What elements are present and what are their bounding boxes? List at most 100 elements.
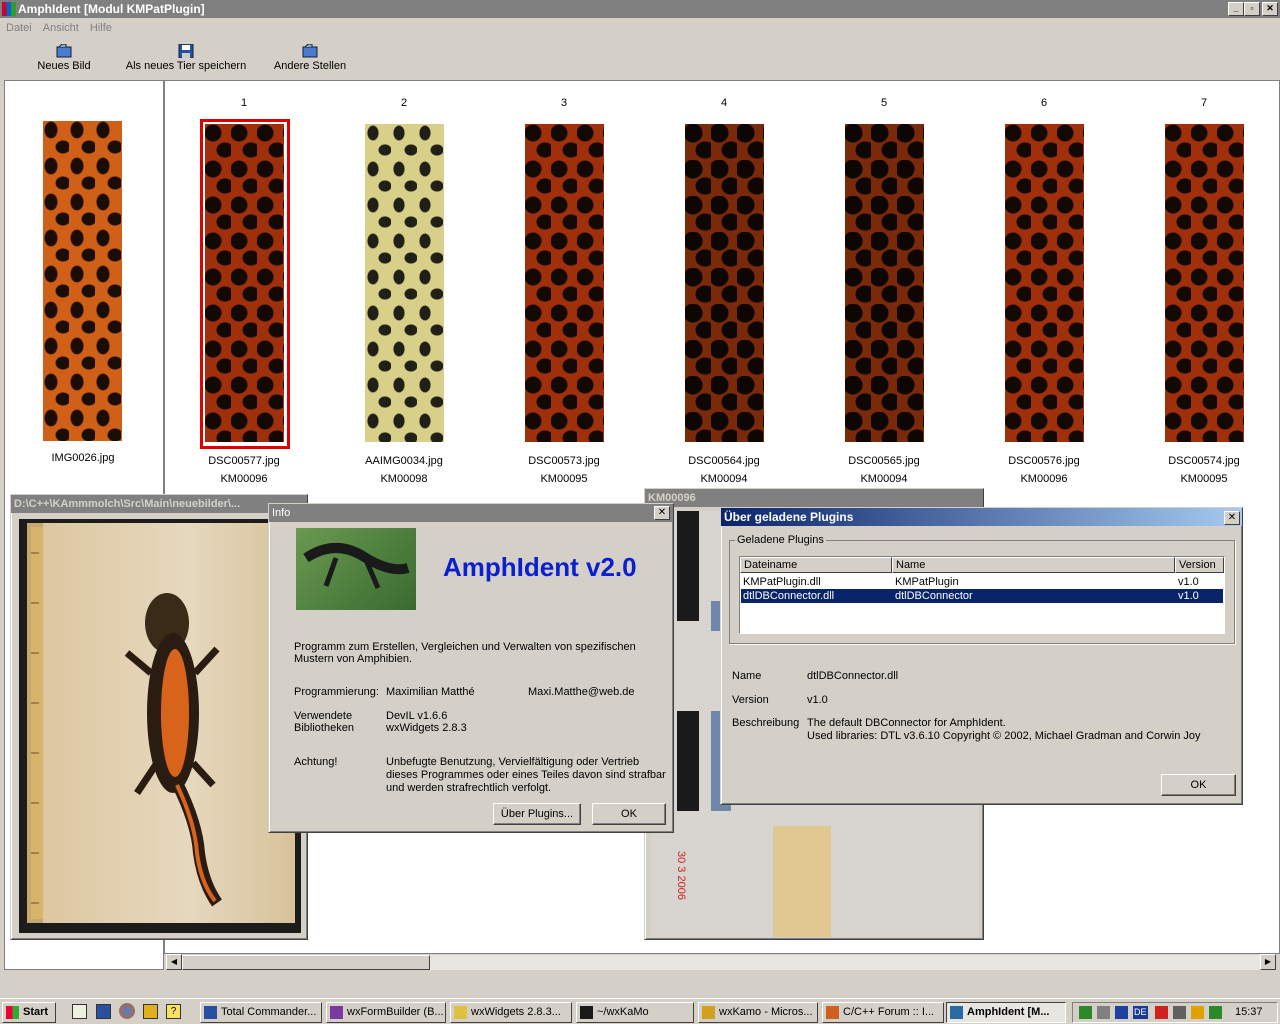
- menu-bar: Datei Ansicht Hilfe: [0, 18, 1280, 38]
- quicklaunch-tool-icon[interactable]: [143, 1004, 158, 1019]
- language-indicator[interactable]: DE: [1133, 1006, 1148, 1019]
- result-rank: 1: [240, 97, 248, 109]
- result-rank: 3: [560, 97, 568, 109]
- image-window-right-title: KM00096: [645, 489, 983, 507]
- library-devil: DevIL v1.6.6: [386, 710, 448, 722]
- task-app-icon: [950, 1006, 963, 1019]
- start-button[interactable]: Start: [2, 1002, 56, 1023]
- result-pattern-image[interactable]: [845, 124, 924, 442]
- column-header-name[interactable]: Name: [892, 557, 1175, 573]
- result-pattern-image[interactable]: [205, 124, 284, 442]
- taskbar-task[interactable]: Total Commander...: [200, 1002, 322, 1023]
- newt-logo-image: [296, 528, 416, 610]
- plugins-list[interactable]: Dateiname Name Version KMPatPlugin.dll KM…: [739, 556, 1225, 634]
- new-image-button[interactable]: Neues Bild: [34, 44, 94, 72]
- black-ruler-top: [677, 511, 699, 621]
- task-app-icon: [826, 1006, 839, 1019]
- result-filename: AAIMG0034.jpg: [365, 455, 443, 467]
- firefox-icon[interactable]: [119, 1003, 135, 1019]
- other-locations-button[interactable]: Andere Stellen: [270, 44, 350, 72]
- wooden-ruler: [773, 826, 831, 937]
- plugin-cell-file: dtlDBConnector.dll: [743, 590, 835, 602]
- newt-photo[interactable]: [27, 523, 295, 923]
- result-animal-id: KM00094: [860, 473, 908, 485]
- scroll-right-button[interactable]: ▶: [1260, 954, 1276, 970]
- tray-printer-icon[interactable]: [1173, 1006, 1186, 1019]
- detail-description-line1: The default DBConnector for AmphIdent.: [807, 717, 1006, 729]
- plugins-close-button[interactable]: ✕: [1224, 511, 1240, 525]
- taskbar-task[interactable]: ~/wxKaMo: [576, 1002, 694, 1023]
- detail-description-line2: Used libraries: DTL v3.6.10 Copyright © …: [807, 730, 1201, 742]
- taskbar-task[interactable]: C/C++ Forum :: I...: [822, 1002, 944, 1023]
- open-image-icon: [302, 44, 318, 58]
- column-header-version[interactable]: Version: [1175, 557, 1224, 573]
- detail-version-value: v1.0: [807, 694, 828, 706]
- result-filename: DSC00576.jpg: [1008, 455, 1080, 467]
- query-filename: IMG0026.jpg: [51, 452, 115, 464]
- info-dialog-title[interactable]: Info: [269, 504, 673, 522]
- detail-name-value: dtlDBConnector.dll: [807, 670, 899, 682]
- task-app-icon: [204, 1006, 217, 1019]
- plugins-ok-button[interactable]: OK: [1161, 774, 1236, 796]
- minimize-button[interactable]: _: [1228, 2, 1244, 16]
- taskbar-task[interactable]: AmphIdent [M...: [946, 1002, 1066, 1023]
- result-rank: 2: [400, 97, 408, 109]
- tray-pen-icon[interactable]: [1191, 1006, 1204, 1019]
- info-dialog[interactable]: Info ✕ AmphIdent v2.0 Programm zum Erste…: [268, 503, 674, 833]
- result-pattern-image[interactable]: [1005, 124, 1084, 442]
- taskbar-task[interactable]: wxKamo - Micros...: [698, 1002, 818, 1023]
- taskbar-task[interactable]: wxWidgets 2.8.3...: [450, 1002, 572, 1023]
- save-new-animal-button[interactable]: Als neues Tier speichern: [124, 44, 248, 72]
- detail-name-label: Name: [732, 670, 762, 682]
- plugin-row[interactable]: KMPatPlugin.dll KMPatPlugin v1.0: [741, 575, 1223, 589]
- about-plugins-button[interactable]: Über Plugins...: [493, 803, 581, 825]
- plugins-dialog-title[interactable]: Über geladene Plugins: [721, 508, 1242, 526]
- plugin-row[interactable]: dtlDBConnector.dll dtlDBConnector v1.0: [741, 589, 1223, 603]
- scrollbar-thumb[interactable]: [182, 955, 430, 970]
- result-pattern-image[interactable]: [685, 124, 764, 442]
- plugins-dialog[interactable]: Über geladene Plugins ✕ Geladene Plugins…: [720, 507, 1243, 805]
- scroll-left-button[interactable]: ◀: [166, 954, 182, 970]
- programmer-email: Maxi.Matthe@web.de: [528, 686, 635, 698]
- plugin-cell-name: KMPatPlugin: [895, 576, 959, 588]
- tray-app-icon[interactable]: [1115, 1006, 1128, 1019]
- menu-datei[interactable]: Datei: [2, 22, 36, 34]
- taskbar-task[interactable]: wxFormBuilder (B...: [326, 1002, 446, 1023]
- result-pattern-image[interactable]: [365, 124, 444, 442]
- result-filename: DSC00577.jpg: [208, 455, 280, 467]
- tray-network-icon[interactable]: [1079, 1006, 1092, 1019]
- detail-version-label: Version: [732, 694, 769, 706]
- close-button[interactable]: ✕: [1262, 2, 1278, 16]
- result-pattern-image[interactable]: [525, 124, 604, 442]
- menu-ansicht[interactable]: Ansicht: [39, 22, 83, 34]
- windows-logo-icon: [6, 1006, 19, 1019]
- tray-safely-remove-icon[interactable]: [1209, 1006, 1222, 1019]
- newt-logo-icon: [303, 543, 410, 589]
- loaded-plugins-group-label: Geladene Plugins: [735, 534, 826, 546]
- warning-text: Unbefugte Benutzung, Vervielfältigung od…: [386, 756, 666, 794]
- query-pattern-image[interactable]: [43, 121, 122, 441]
- taskbar: Start ? Total Commander... wxFormBuilder …: [0, 998, 1280, 1024]
- image-window-left[interactable]: D:\C++\KAmmmolch\Src\Main\neuebilder\...: [10, 494, 308, 940]
- window-titlebar[interactable]: AmphIdent [Modul KMPatPlugin]: [0, 0, 1280, 18]
- window-title: AmphIdent [Modul KMPatPlugin]: [18, 2, 205, 16]
- app-description: Programm zum Erstellen, Vergleichen und …: [294, 641, 636, 665]
- tray-red-icon[interactable]: [1155, 1006, 1168, 1019]
- result-pattern-image[interactable]: [1165, 124, 1244, 442]
- quicklaunch-disk-icon[interactable]: [96, 1004, 111, 1019]
- quicklaunch-desktop-icon[interactable]: [72, 1004, 87, 1019]
- help-icon[interactable]: ?: [166, 1004, 181, 1019]
- clock[interactable]: 15:37: [1235, 1006, 1263, 1018]
- info-close-button[interactable]: ✕: [654, 506, 670, 520]
- plugin-cell-version: v1.0: [1178, 590, 1199, 602]
- menu-hilfe[interactable]: Hilfe: [86, 22, 116, 34]
- result-animal-id: KM00094: [700, 473, 748, 485]
- warning-label: Achtung!: [294, 756, 338, 768]
- maximize-button[interactable]: ▫: [1244, 2, 1260, 16]
- result-animal-id: KM00096: [220, 473, 268, 485]
- volume-icon[interactable]: [1097, 1006, 1110, 1019]
- black-ruler-bottom: [677, 711, 699, 811]
- info-ok-button[interactable]: OK: [592, 803, 666, 825]
- task-app-icon: [702, 1006, 715, 1019]
- column-header-filename[interactable]: Dateiname: [740, 557, 892, 573]
